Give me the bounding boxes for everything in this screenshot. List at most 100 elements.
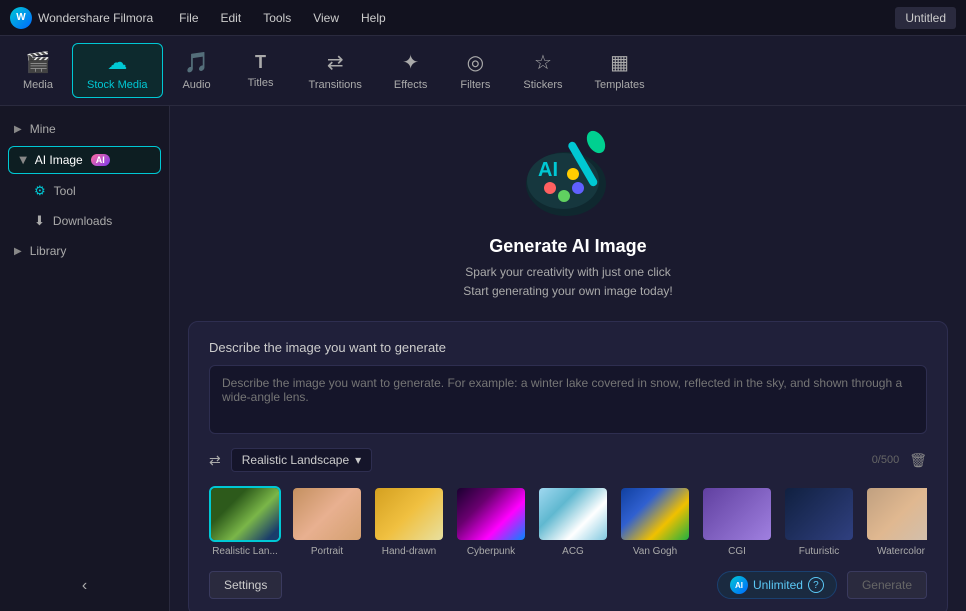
sidebar-item-ai-image[interactable]: ▶ AI Image AI <box>8 146 161 174</box>
card-header: Describe the image you want to generate <box>209 340 927 355</box>
toolbar-stock-media[interactable]: ☁ Stock Media <box>72 43 163 98</box>
style-thumb-img-portrait <box>291 486 363 542</box>
menu-help[interactable]: Help <box>351 7 396 29</box>
help-icon[interactable]: ? <box>808 577 824 593</box>
templates-label: Templates <box>594 79 644 91</box>
unlimited-badge: AI Unlimited ? <box>717 571 837 599</box>
menu-tools[interactable]: Tools <box>253 7 301 29</box>
generate-button[interactable]: Generate <box>847 571 927 599</box>
style-selector-label: Realistic Landscape <box>242 453 349 467</box>
image-description-input[interactable] <box>222 376 914 418</box>
menu-edit[interactable]: Edit <box>211 7 252 29</box>
style-thumb-acg[interactable]: ACG <box>537 486 609 557</box>
sidebar-item-library[interactable]: ▶ Library <box>0 236 169 266</box>
toolbar-filters[interactable]: ◎ Filters <box>445 44 505 97</box>
ai-palette-svg: AI <box>508 126 628 226</box>
titles-icon: T <box>255 52 266 73</box>
char-count: 0/500 <box>872 454 900 466</box>
style-thumb-label-watercolor: Watercolor <box>877 546 925 557</box>
tool-icon: ⚙ <box>34 183 46 199</box>
audio-label: Audio <box>182 79 210 91</box>
style-thumb-cyberpunk[interactable]: Cyberpunk <box>455 486 527 557</box>
style-thumb-watercolor[interactable]: Watercolor <box>865 486 927 557</box>
style-thumb-van-gogh[interactable]: Van Gogh <box>619 486 691 557</box>
effects-label: Effects <box>394 79 427 91</box>
toolbar-audio[interactable]: 🎵 Audio <box>167 44 227 97</box>
library-label: Library <box>30 244 67 258</box>
style-thumb-portrait[interactable]: Portrait <box>291 486 363 557</box>
style-thumb-img-vangogh <box>619 486 691 542</box>
style-thumb-img-cgi <box>701 486 773 542</box>
toolbar-transitions[interactable]: ⇄ Transitions <box>295 44 376 97</box>
downloads-label: Downloads <box>53 214 112 228</box>
style-thumb-img-futuristic <box>783 486 855 542</box>
style-thumb-futuristic[interactable]: Futuristic <box>783 486 855 557</box>
app-name: Wondershare Filmora <box>38 11 153 25</box>
toolbar: 🎬 Media ☁ Stock Media 🎵 Audio T Titles ⇄… <box>0 36 966 106</box>
mine-label: Mine <box>30 122 56 136</box>
effects-icon: ✦ <box>402 50 419 75</box>
ai-image-hero: AI Generate AI Image Spark your creativi… <box>463 126 672 301</box>
sidebar-sub-items: ⚙ Tool ⬇ Downloads <box>0 176 169 236</box>
main-area: ▶ Mine ▶ AI Image AI ⚙ Tool ⬇ Downloads … <box>0 106 966 611</box>
style-thumb-label-futuristic: Futuristic <box>799 546 840 557</box>
unlimited-label: Unlimited <box>753 578 803 592</box>
mine-arrow-icon: ▶ <box>14 124 22 135</box>
style-thumb-label-handdrawn: Hand-drawn <box>382 546 436 557</box>
style-thumb-cgi[interactable]: CGI <box>701 486 773 557</box>
ai-image-title: Generate AI Image <box>489 236 646 257</box>
logo-icon: W <box>10 7 32 29</box>
menu-file[interactable]: File <box>169 7 208 29</box>
stickers-icon: ☆ <box>534 50 552 75</box>
style-selector-chevron-icon: ▾ <box>355 453 361 467</box>
style-thumb-img-realistic <box>209 486 281 542</box>
downloads-icon: ⬇ <box>34 213 45 229</box>
style-selector[interactable]: Realistic Landscape ▾ <box>231 448 372 472</box>
toolbar-stickers[interactable]: ☆ Stickers <box>509 44 576 97</box>
sidebar-item-tool[interactable]: ⚙ Tool <box>24 176 169 206</box>
templates-icon: ▦ <box>610 50 629 75</box>
menu-view[interactable]: View <box>303 7 349 29</box>
style-thumb-label-acg: ACG <box>562 546 584 557</box>
filters-icon: ◎ <box>467 50 484 75</box>
style-thumb-realistic-landscape[interactable]: Realistic Lan... <box>209 486 281 557</box>
sidebar-item-downloads[interactable]: ⬇ Downloads <box>24 206 169 236</box>
style-thumb-img-handdrawn <box>373 486 445 542</box>
textarea-wrapper <box>209 365 927 434</box>
toolbar-media[interactable]: 🎬 Media <box>8 44 68 97</box>
generator-card: Describe the image you want to generate … <box>188 321 948 611</box>
svg-text:AI: AI <box>538 159 558 181</box>
style-row: ⇄ Realistic Landscape ▾ 0/500 🗑 <box>209 448 927 472</box>
ai-image-subtitle-1: Spark your creativity with just one clic… <box>463 263 672 301</box>
untitled-button[interactable]: Untitled <box>895 7 956 29</box>
sidebar-collapse-button[interactable]: ‹ <box>0 569 169 603</box>
ai-badge: AI <box>91 154 110 166</box>
title-bar: W Wondershare Filmora File Edit Tools Vi… <box>0 0 966 36</box>
app-logo: W Wondershare Filmora <box>10 7 153 29</box>
style-thumb-hand-drawn[interactable]: Hand-drawn <box>373 486 445 557</box>
style-thumb-label-cgi: CGI <box>728 546 746 557</box>
style-thumbnails: Realistic Lan... Portrait Hand-drawn <box>209 486 927 557</box>
bottom-bar: Settings AI Unlimited ? Generate <box>209 571 927 599</box>
transitions-label: Transitions <box>309 79 362 91</box>
style-thumb-label-vangogh: Van Gogh <box>633 546 677 557</box>
settings-button[interactable]: Settings <box>209 571 282 599</box>
tool-label: Tool <box>54 184 76 198</box>
toolbar-templates[interactable]: ▦ Templates <box>580 44 658 97</box>
toolbar-titles[interactable]: T Titles <box>231 46 291 95</box>
transitions-icon: ⇄ <box>327 50 344 75</box>
style-thumb-img-watercolor <box>865 486 927 542</box>
toolbar-effects[interactable]: ✦ Effects <box>380 44 441 97</box>
shuffle-icon[interactable]: ⇄ <box>209 452 221 469</box>
titles-label: Titles <box>248 77 274 89</box>
sidebar-item-mine[interactable]: ▶ Mine <box>0 114 169 144</box>
stock-media-icon: ☁ <box>107 50 127 75</box>
ai-dot-icon: AI <box>730 576 748 594</box>
trash-icon[interactable]: 🗑 <box>909 452 927 469</box>
ai-image-arrow-icon: ▶ <box>17 156 28 164</box>
filters-label: Filters <box>460 79 490 91</box>
ai-image-label: AI Image <box>35 153 83 167</box>
media-icon: 🎬 <box>26 50 51 75</box>
stock-media-label: Stock Media <box>87 79 148 91</box>
style-thumb-img-cyberpunk <box>455 486 527 542</box>
